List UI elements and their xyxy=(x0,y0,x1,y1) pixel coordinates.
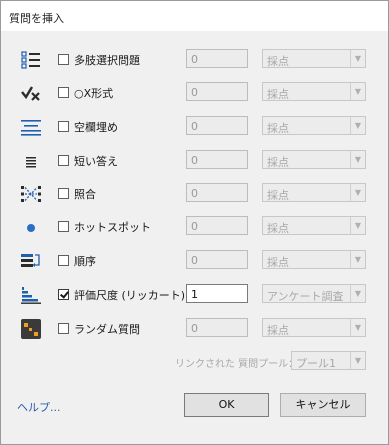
title-bar: 質問を挿入 xyxy=(1,1,388,31)
chevron-down-icon: ▼ xyxy=(350,352,365,369)
chevron-down-icon: ▼ xyxy=(350,251,365,268)
sequence-label: 順序 xyxy=(74,255,96,268)
likert-label: 評価尺度 (リッカート) xyxy=(74,289,186,302)
fill-blank-scoring-select[interactable]: 採点 ▼ xyxy=(262,116,366,135)
linked-pool-label: リンクされた 質問プール： xyxy=(175,359,299,370)
random-question-scoring-value: 採点 xyxy=(267,324,289,337)
likert-count-input[interactable]: 1 xyxy=(186,284,248,303)
window-title: 質問を挿入 xyxy=(9,12,64,25)
question-row-likert: 評価尺度 (リッカート) 1 アンケート調査 ▼ xyxy=(1,282,388,316)
fill-blank-scoring-value: 採点 xyxy=(267,122,289,135)
multiple-choice-icon xyxy=(18,47,44,73)
matching-label: 照合 xyxy=(74,188,96,201)
matching-icon xyxy=(18,181,44,207)
true-false-label: ○X形式 xyxy=(74,87,114,100)
question-row-fill-blank: 空欄埋め 0 採点 ▼ xyxy=(1,114,388,148)
fill-blank-checkbox[interactable] xyxy=(58,121,69,132)
chevron-down-icon: ▼ xyxy=(350,285,365,302)
random-question-icon xyxy=(18,316,44,342)
sequence-scoring-select[interactable]: 採点 ▼ xyxy=(262,250,366,269)
sequence-icon xyxy=(18,248,44,274)
ok-button[interactable]: OK xyxy=(184,393,269,417)
random-question-checkbox[interactable] xyxy=(58,323,69,334)
short-answer-scoring-value: 採点 xyxy=(267,156,289,169)
likert-icon xyxy=(18,282,44,308)
chevron-down-icon: ▼ xyxy=(350,117,365,134)
help-link[interactable]: ヘルプ... xyxy=(17,399,61,415)
fill-blank-icon xyxy=(18,114,44,140)
insert-question-dialog: 質問を挿入 多肢選択問題 0 採点 ▼ ○X形式 0 採点 ▼ 空欄埋め 0 採… xyxy=(0,0,389,445)
random-question-label: ランダム質問 xyxy=(74,323,140,336)
question-row-multiple-choice: 多肢選択問題 0 採点 ▼ xyxy=(1,47,388,81)
hotspot-icon xyxy=(18,214,44,240)
hotspot-scoring-select[interactable]: 採点 ▼ xyxy=(262,216,366,235)
random-question-count-input[interactable]: 0 xyxy=(186,318,248,337)
short-answer-scoring-select[interactable]: 採点 ▼ xyxy=(262,150,366,169)
matching-scoring-value: 採点 xyxy=(267,189,289,202)
linked-pool-select[interactable]: プール1 ▼ xyxy=(291,351,366,370)
chevron-down-icon: ▼ xyxy=(350,319,365,336)
chevron-down-icon: ▼ xyxy=(350,50,365,67)
random-question-scoring-select[interactable]: 採点 ▼ xyxy=(262,318,366,337)
hotspot-label: ホットスポット xyxy=(74,221,151,234)
true-false-scoring-select[interactable]: 採点 ▼ xyxy=(262,82,366,101)
true-false-count-input[interactable]: 0 xyxy=(186,82,248,101)
short-answer-icon xyxy=(18,148,44,174)
question-row-sequence: 順序 0 採点 ▼ xyxy=(1,248,388,282)
cancel-button[interactable]: キャンセル xyxy=(280,393,366,417)
sequence-count-input[interactable]: 0 xyxy=(186,250,248,269)
true-false-checkbox[interactable] xyxy=(58,87,69,98)
sequence-checkbox[interactable] xyxy=(58,255,69,266)
question-row-true-false: ○X形式 0 採点 ▼ xyxy=(1,80,388,114)
hotspot-checkbox[interactable] xyxy=(58,221,69,232)
hotspot-count-input[interactable]: 0 xyxy=(186,216,248,235)
question-row-matching: 照合 0 採点 ▼ xyxy=(1,181,388,215)
chevron-down-icon: ▼ xyxy=(350,184,365,201)
likert-scoring-select[interactable]: アンケート調査 ▼ xyxy=(262,284,366,303)
sequence-scoring-value: 採点 xyxy=(267,256,289,269)
multiple-choice-scoring-value: 採点 xyxy=(267,55,289,68)
multiple-choice-checkbox[interactable] xyxy=(58,54,69,65)
short-answer-label: 短い答え xyxy=(74,155,118,168)
matching-scoring-select[interactable]: 採点 ▼ xyxy=(262,183,366,202)
matching-checkbox[interactable] xyxy=(58,188,69,199)
short-answer-count-input[interactable]: 0 xyxy=(186,150,248,169)
multiple-choice-label: 多肢選択問題 xyxy=(74,54,140,67)
question-row-random: ランダム質問 0 採点 ▼ xyxy=(1,316,388,350)
linked-pool-value: プール1 xyxy=(296,357,336,370)
chevron-down-icon: ▼ xyxy=(350,83,365,100)
hotspot-scoring-value: 採点 xyxy=(267,222,289,235)
multiple-choice-scoring-select[interactable]: 採点 ▼ xyxy=(262,49,366,68)
fill-blank-label: 空欄埋め xyxy=(74,121,118,134)
matching-count-input[interactable]: 0 xyxy=(186,183,248,202)
chevron-down-icon: ▼ xyxy=(350,151,365,168)
true-false-scoring-value: 採点 xyxy=(267,88,289,101)
likert-checkbox[interactable] xyxy=(58,289,69,300)
true-false-icon xyxy=(18,80,44,106)
question-row-short-answer: 短い答え 0 採点 ▼ xyxy=(1,148,388,182)
multiple-choice-count-input[interactable]: 0 xyxy=(186,49,248,68)
likert-scoring-value: アンケート調査 xyxy=(267,290,344,303)
question-row-hotspot: ホットスポット 0 採点 ▼ xyxy=(1,214,388,248)
short-answer-checkbox[interactable] xyxy=(58,155,69,166)
chevron-down-icon: ▼ xyxy=(350,217,365,234)
fill-blank-count-input[interactable]: 0 xyxy=(186,116,248,135)
